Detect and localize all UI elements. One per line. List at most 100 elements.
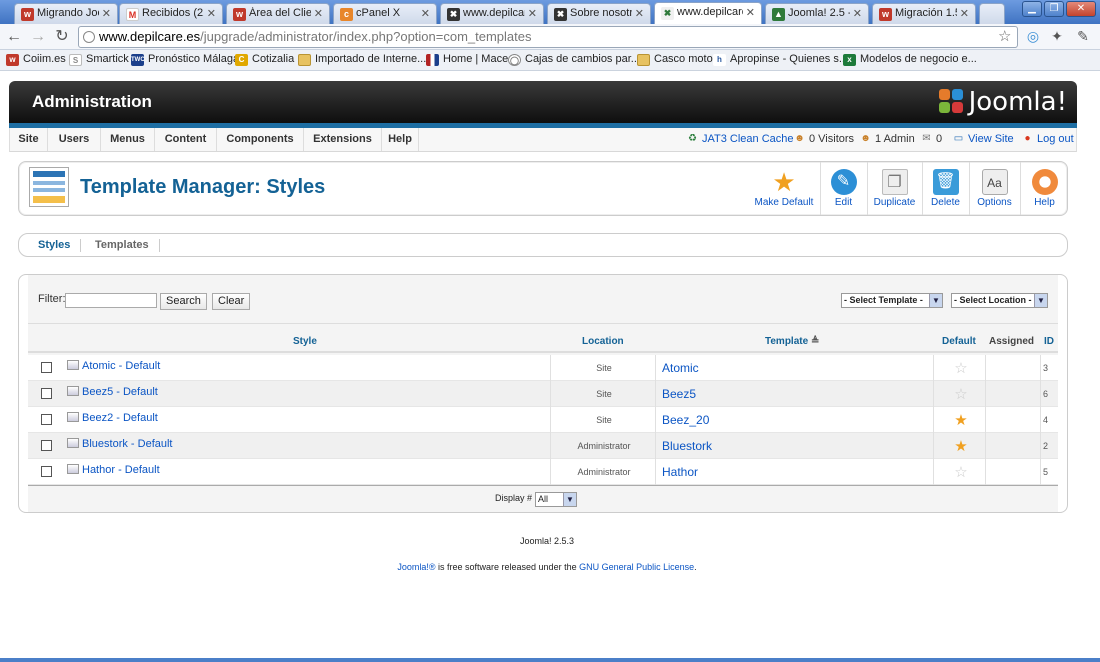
- delete-label: Delete: [931, 197, 960, 208]
- browser-tab[interactable]: wMigración 1.5 a✕: [872, 3, 976, 24]
- close-icon[interactable]: ✕: [746, 6, 755, 19]
- joomla-logo[interactable]: Joomla!: [938, 87, 1067, 117]
- make-default-button[interactable]: ★ Make Default: [749, 162, 819, 215]
- bookmark-item[interactable]: S Smartick: [69, 53, 129, 66]
- forward-icon[interactable]: →: [28, 28, 48, 46]
- template-thumbnail-icon: [67, 360, 79, 370]
- gpl-link[interactable]: GNU General Public License: [579, 562, 694, 572]
- menu-extensions[interactable]: Extensions: [304, 128, 382, 151]
- edit-button[interactable]: ✎ Edit: [820, 162, 866, 215]
- browser-tab[interactable]: c cPanel X ✕: [333, 3, 437, 24]
- bookmark-item[interactable]: w Coiim.es: [6, 53, 66, 66]
- search-button[interactable]: Search: [160, 293, 207, 310]
- browser-tab-active[interactable]: ✖www.depilcare.e✕: [654, 2, 762, 24]
- template-link[interactable]: Bluestork: [662, 439, 712, 453]
- bookmark-item[interactable]: x Modelos de negocio e...: [843, 53, 977, 66]
- clear-button[interactable]: Clear: [212, 293, 251, 310]
- menu-components[interactable]: Components: [217, 128, 304, 151]
- bookmark-item[interactable]: Casco moto: [637, 53, 713, 66]
- menu-site[interactable]: Site: [10, 128, 48, 151]
- column-header-style[interactable]: Style: [293, 336, 317, 350]
- menu-users[interactable]: Users: [48, 128, 101, 151]
- style-link[interactable]: Beez2 - Default: [67, 412, 158, 424]
- column-header-id[interactable]: ID: [1044, 336, 1054, 350]
- new-tab-button[interactable]: [979, 3, 1005, 24]
- browser-tab[interactable]: MRecibidos (21) -✕: [119, 3, 223, 24]
- tab-templates[interactable]: Templates: [85, 239, 160, 252]
- help-button[interactable]: Help: [1020, 162, 1068, 215]
- template-link[interactable]: Hathor: [662, 465, 698, 479]
- browser-tab[interactable]: wÁrea del Cliente✕: [226, 3, 330, 24]
- close-icon[interactable]: ✕: [207, 7, 216, 20]
- select-location-dropdown[interactable]: - Select Location - ▼: [951, 293, 1048, 308]
- close-icon[interactable]: ✕: [635, 7, 644, 20]
- joomla-link[interactable]: Joomla!®: [397, 562, 435, 572]
- menu-content[interactable]: Content: [155, 128, 217, 151]
- duplicate-button[interactable]: ❐ Duplicate: [867, 162, 921, 215]
- browser-tab[interactable]: ✖Sobre nosotros✕: [547, 3, 651, 24]
- style-link[interactable]: Hathor - Default: [67, 464, 160, 476]
- wrench-icon[interactable]: ✎: [1074, 28, 1092, 46]
- style-link[interactable]: Atomic - Default: [67, 360, 160, 372]
- messages-status[interactable]: ✉ 0: [920, 133, 942, 145]
- style-link[interactable]: Bluestork - Default: [67, 438, 172, 450]
- close-icon[interactable]: ✕: [853, 7, 862, 20]
- bookmark-item[interactable]: Importado de Interne...: [298, 53, 426, 66]
- options-button[interactable]: Aa Options: [969, 162, 1019, 215]
- close-icon[interactable]: ✕: [421, 7, 430, 20]
- extension-icon[interactable]: ✦: [1048, 28, 1066, 46]
- close-icon[interactable]: ✕: [528, 7, 537, 20]
- close-window-icon[interactable]: ✕: [1066, 1, 1096, 17]
- restore-icon[interactable]: ❐: [1044, 1, 1064, 17]
- row-checkbox[interactable]: [41, 466, 52, 477]
- template-manager-icon: [29, 167, 69, 207]
- globe-icon: ◯: [508, 54, 521, 66]
- browser-tab[interactable]: wMigrando Jooml✕: [14, 3, 118, 24]
- back-icon[interactable]: ←: [4, 28, 24, 46]
- bookmark-label: Modelos de negocio e...: [860, 53, 977, 65]
- column-header-location[interactable]: Location: [582, 336, 624, 350]
- bookmark-item[interactable]: C Cotizalia: [235, 53, 294, 66]
- menu-help[interactable]: Help: [382, 128, 419, 151]
- close-icon[interactable]: ✕: [314, 7, 323, 20]
- template-link[interactable]: Beez5: [662, 387, 696, 401]
- default-star-off-icon[interactable]: ☆: [953, 385, 969, 403]
- minimize-icon[interactable]: ▁: [1022, 1, 1042, 17]
- duplicate-label: Duplicate: [873, 197, 916, 208]
- clean-cache-link[interactable]: ♻ JAT3 Clean Cache: [686, 133, 794, 145]
- tab-styles[interactable]: Styles: [28, 239, 82, 252]
- view-site-link[interactable]: ▭ View Site: [952, 133, 1014, 145]
- delete-button[interactable]: 🗑 Delete: [922, 162, 968, 215]
- address-bar[interactable]: www.depilcare.es/jupgrade/administrator/…: [78, 26, 1018, 48]
- bookmark-item[interactable]: Home | Mace: [426, 53, 508, 66]
- logout-link[interactable]: ● Log out: [1021, 133, 1073, 145]
- browser-tab[interactable]: ▲Joomla! 2.5 - De✕: [765, 3, 869, 24]
- close-icon[interactable]: ✕: [960, 7, 969, 20]
- display-limit-select[interactable]: All ▼: [535, 492, 577, 507]
- column-header-default[interactable]: Default: [942, 336, 976, 350]
- select-template-dropdown[interactable]: - Select Template - ▼: [841, 293, 943, 308]
- style-link[interactable]: Beez5 - Default: [67, 386, 158, 398]
- filter-input[interactable]: [65, 293, 157, 308]
- reload-icon[interactable]: ↻: [52, 28, 72, 46]
- joomla-logo-text: Joomla!: [968, 87, 1067, 117]
- default-star-off-icon[interactable]: ☆: [953, 359, 969, 377]
- browser-tab[interactable]: ✖www.depilcare✕: [440, 3, 544, 24]
- bookmark-item[interactable]: h Apropinse - Quienes s...: [713, 53, 848, 66]
- row-checkbox[interactable]: [41, 362, 52, 373]
- row-checkbox[interactable]: [41, 388, 52, 399]
- style-name: Beez5 - Default: [82, 386, 158, 398]
- column-header-template[interactable]: Template ≜: [765, 336, 819, 350]
- default-star-off-icon[interactable]: ☆: [953, 463, 969, 481]
- template-link[interactable]: Atomic: [662, 361, 699, 375]
- row-checkbox[interactable]: [41, 414, 52, 425]
- row-checkbox[interactable]: [41, 440, 52, 451]
- table-row: Hathor - Default Administrator Hathor ☆ …: [28, 459, 1058, 485]
- close-icon[interactable]: ✕: [102, 7, 111, 20]
- bookmark-item[interactable]: TWC Pronóstico Málaga: [131, 53, 239, 66]
- sync-extension-icon[interactable]: ◎: [1024, 28, 1042, 46]
- menu-menus[interactable]: Menus: [101, 128, 155, 151]
- bookmark-star-icon[interactable]: ☆: [998, 27, 1011, 45]
- template-link[interactable]: Beez_20: [662, 413, 709, 427]
- bookmark-item[interactable]: ◯ Cajas de cambios par...: [508, 53, 640, 66]
